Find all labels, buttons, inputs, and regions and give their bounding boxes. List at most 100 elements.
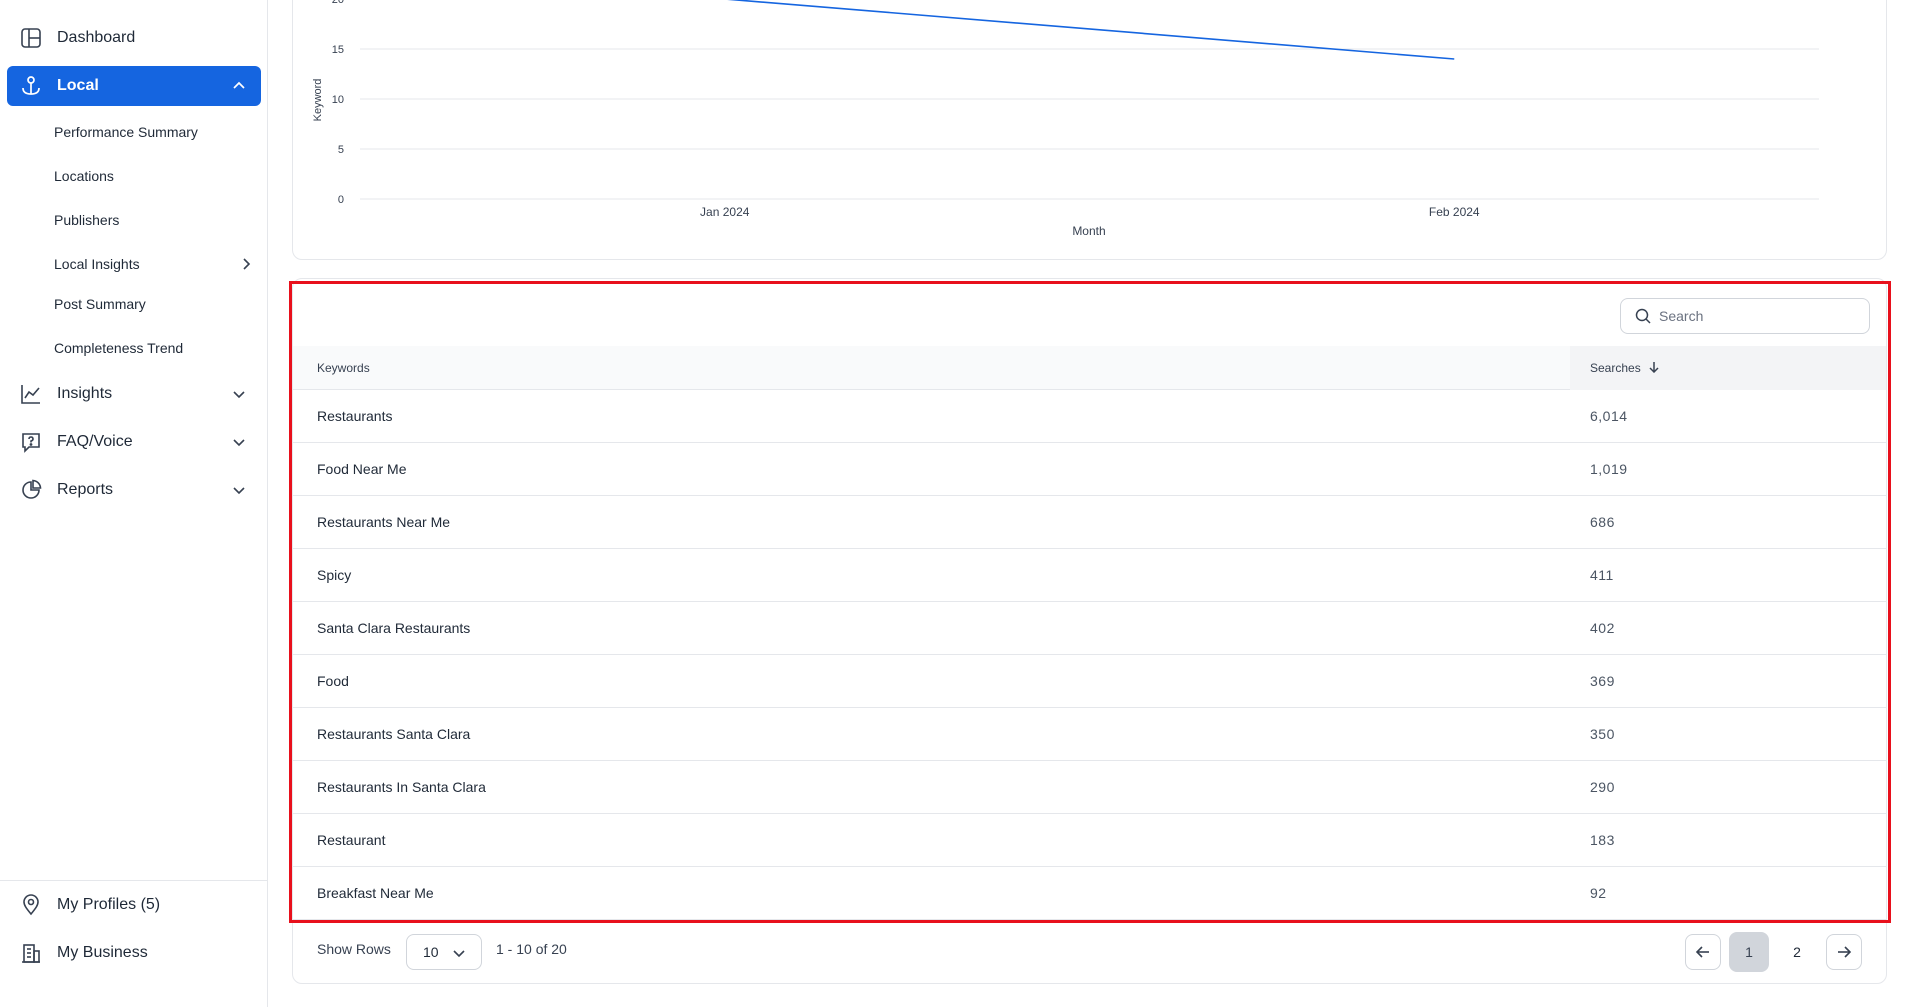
anchor-icon — [19, 74, 43, 98]
keyword-cell: Restaurants — [317, 408, 393, 424]
sidebar-subitem-completeness-trend[interactable]: Completeness Trend — [54, 337, 254, 359]
chart-x-axis-label: Month — [1072, 224, 1105, 238]
chevron-down-icon — [233, 487, 245, 495]
search-icon — [1635, 308, 1651, 324]
searches-cell: 290 — [1590, 779, 1615, 795]
chevron-down-icon — [233, 391, 245, 399]
sidebar-item-label: Dashboard — [57, 29, 136, 46]
sidebar-item-label: Reports — [57, 481, 114, 498]
chart-y-tick-label: 0 — [338, 194, 344, 206]
keyword-cell: Santa Clara Restaurants — [317, 620, 471, 636]
table-row: Food 369 — [293, 655, 1886, 708]
sidebar-subitem-label: Performance Summary — [54, 124, 198, 140]
searches-cell: 92 — [1590, 885, 1607, 901]
keyword-trend-chart: 0 5 10 15 20 Jan 2024 Feb 2024 Month Keyword — [312, 0, 1819, 238]
searches-cell: 350 — [1590, 726, 1615, 742]
show-rows-label: Show Rows — [317, 941, 391, 957]
rows-per-page-select[interactable]: 10 — [406, 934, 482, 970]
pagination-range: 1 - 10 of 20 — [496, 941, 567, 957]
sidebar-item-dashboard[interactable]: Dashboard — [7, 18, 261, 58]
search-box — [1620, 298, 1870, 334]
sidebar-item-label: Local — [57, 77, 99, 94]
sidebar-item-label: Insights — [57, 385, 113, 402]
sidebar-subitem-local-insights[interactable]: Local Insights — [54, 253, 254, 275]
chart-series-line — [727, 0, 1455, 60]
sidebar-item-label: FAQ/Voice — [57, 433, 133, 450]
sidebar-subitem-label: Publishers — [54, 212, 120, 228]
keyword-cell: Restaurants Santa Clara — [317, 726, 471, 742]
chart-y-axis-label: Keyword — [312, 79, 324, 122]
chart-y-tick-label: 15 — [332, 44, 344, 56]
rows-per-page-value: 10 — [423, 944, 439, 960]
searches-cell: 6,014 — [1590, 408, 1628, 424]
chevron-up-icon — [233, 81, 245, 89]
question-bubble-icon — [19, 430, 43, 454]
sidebar-item-reports[interactable]: Reports — [7, 470, 261, 510]
building-icon — [19, 941, 43, 965]
column-header-searches[interactable]: Searches — [1570, 346, 1886, 390]
keyword-cell: Breakfast Near Me — [317, 885, 434, 901]
sidebar-subitem-label: Post Summary — [54, 296, 146, 312]
searches-cell: 411 — [1590, 567, 1614, 583]
chart-y-tick-label: 5 — [338, 144, 344, 156]
table-row: Breakfast Near Me 92 — [293, 867, 1886, 920]
searches-cell: 369 — [1590, 673, 1615, 689]
arrow-right-icon — [1838, 946, 1852, 958]
table-row: Restaurants In Santa Clara 290 — [293, 761, 1886, 814]
sidebar-divider — [0, 880, 268, 881]
chevron-right-icon — [243, 258, 251, 270]
keyword-cell: Spicy — [317, 567, 352, 583]
page-button-1[interactable]: 1 — [1729, 932, 1769, 972]
searches-cell: 686 — [1590, 514, 1615, 530]
column-header-label: Searches — [1590, 361, 1641, 375]
keyword-cell: Food — [317, 673, 349, 689]
sidebar-item-local[interactable]: Local — [7, 66, 261, 106]
table-header: Keywords Searches — [293, 346, 1886, 390]
keyword-cell: Restaurants Near Me — [317, 514, 451, 530]
searches-cell: 183 — [1590, 832, 1615, 848]
page-button-2[interactable]: 2 — [1777, 932, 1817, 972]
sidebar-subitem-locations[interactable]: Locations — [54, 165, 254, 187]
keyword-cell: Restaurants In Santa Clara — [317, 779, 486, 795]
sidebar-item-label: My Profiles (5) — [57, 896, 161, 913]
sidebar-subitem-label: Completeness Trend — [54, 340, 184, 356]
line-chart-icon — [19, 382, 43, 406]
arrow-left-icon — [1695, 946, 1709, 958]
searches-cell: 402 — [1590, 620, 1615, 636]
sidebar-subitem-post-summary[interactable]: Post Summary — [54, 293, 254, 315]
sort-descending-icon — [1649, 362, 1659, 374]
table-row: Restaurants 6,014 — [293, 390, 1886, 443]
table-row: Food Near Me 1,019 — [293, 443, 1886, 496]
sidebar-item-label: My Business — [57, 944, 148, 961]
layout-icon — [19, 26, 43, 50]
chart-x-tick-label: Jan 2024 — [700, 205, 750, 219]
sidebar-item-insights[interactable]: Insights — [7, 374, 261, 414]
prev-page-button[interactable] — [1685, 934, 1721, 970]
column-header-keywords[interactable]: Keywords — [317, 346, 370, 390]
sidebar-subitem-label: Locations — [54, 168, 114, 184]
sidebar-subitem-label: Local Insights — [54, 256, 140, 272]
table-row: Santa Clara Restaurants 402 — [293, 602, 1886, 655]
sidebar-item-my-profiles[interactable]: My Profiles (5) — [7, 885, 261, 925]
sidebar-subitem-publishers[interactable]: Publishers — [54, 209, 254, 231]
chart-x-tick-label: Feb 2024 — [1429, 205, 1480, 219]
table-row: Restaurants Santa Clara 350 — [293, 708, 1886, 761]
sidebar: Dashboard Local Performance Summary Loca… — [0, 0, 268, 1007]
chevron-down-icon — [453, 950, 465, 958]
searches-cell: 1,019 — [1590, 461, 1628, 477]
map-pin-icon — [19, 893, 43, 917]
table-row: Restaurants Near Me 686 — [293, 496, 1886, 549]
keyword-cell: Restaurant — [317, 832, 386, 848]
chart-y-tick-label: 20 — [332, 0, 344, 6]
chevron-down-icon — [233, 439, 245, 447]
sidebar-item-faq-voice[interactable]: FAQ/Voice — [7, 422, 261, 462]
keyword-cell: Food Near Me — [317, 461, 407, 477]
chart-y-tick-label: 10 — [332, 94, 344, 106]
pie-chart-icon — [19, 478, 43, 502]
search-input[interactable] — [1659, 308, 1849, 324]
sidebar-subitem-performance-summary[interactable]: Performance Summary — [54, 121, 254, 143]
sidebar-item-my-business[interactable]: My Business — [7, 933, 261, 973]
table-row: Restaurant 183 — [293, 814, 1886, 867]
next-page-button[interactable] — [1826, 934, 1862, 970]
table-row: Spicy 411 — [293, 549, 1886, 602]
